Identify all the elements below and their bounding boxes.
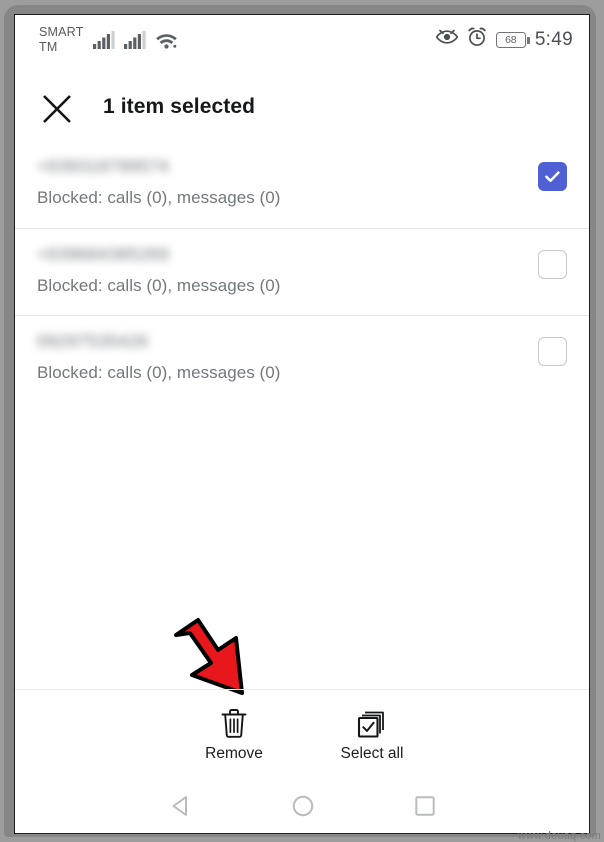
blocked-number-label: 09297535426 [37, 331, 149, 351]
close-icon[interactable] [39, 91, 75, 127]
android-nav-bar [15, 777, 589, 833]
app-bar: 1 item selected [15, 73, 589, 145]
select-all-button-label: Select all [340, 745, 404, 762]
selection-action-bar: Remove Select all [15, 689, 589, 777]
page-title: 1 item selected [103, 95, 256, 118]
watermark: www.deuaq.com [517, 830, 601, 842]
row-checkbox-unchecked[interactable] [538, 250, 567, 279]
remove-button[interactable]: Remove [174, 706, 294, 763]
phone-screen: SMART TM 68 5:49 1 item selected +639318… [14, 14, 590, 834]
cellular-signal-icon [93, 31, 115, 54]
screenshot-frame: SMART TM 68 5:49 1 item selected +639318… [0, 0, 604, 842]
list-item[interactable]: +639684385269 Blocked: calls (0), messag… [15, 228, 589, 315]
carrier-line-2: TM [39, 40, 58, 54]
cellular-signal-icon [124, 31, 146, 54]
blocked-stats-label: Blocked: calls (0), messages (0) [37, 188, 281, 207]
blocked-numbers-list: +639318799574 Blocked: calls (0), messag… [15, 141, 589, 402]
blocked-number-label: +639684385269 [37, 244, 170, 264]
home-circle-icon[interactable] [277, 790, 329, 822]
trash-icon [219, 706, 249, 740]
wifi-icon [155, 31, 178, 54]
status-bar: SMART TM 68 5:49 [15, 15, 589, 73]
blocked-number-label: +639318799574 [37, 156, 170, 176]
status-bar-right-icons: 68 5:49 [435, 27, 573, 52]
remove-button-label: Remove [205, 745, 263, 762]
carrier-line-1: SMART [39, 25, 84, 39]
battery-icon: 68 [495, 31, 530, 48]
select-all-checkbox-icon [356, 706, 388, 740]
list-item[interactable]: +639318799574 Blocked: calls (0), messag… [15, 141, 589, 228]
status-bar-clock: 5:49 [534, 28, 573, 50]
select-all-button[interactable]: Select all [312, 706, 432, 763]
blocked-stats-label: Blocked: calls (0), messages (0) [37, 276, 281, 295]
row-checkbox-checked[interactable] [538, 162, 567, 191]
list-item[interactable]: 09297535426 Blocked: calls (0), messages… [15, 315, 589, 402]
carrier-label: SMART TM [39, 25, 84, 55]
blocked-stats-label: Blocked: calls (0), messages (0) [37, 363, 281, 382]
recents-square-icon[interactable] [399, 790, 451, 822]
row-checkbox-unchecked[interactable] [538, 337, 567, 366]
status-bar-left-icons [93, 31, 178, 54]
eye-comfort-icon [435, 29, 459, 50]
battery-level-label: 68 [505, 33, 517, 46]
back-triangle-icon[interactable] [155, 790, 207, 822]
alarm-clock-icon [467, 27, 487, 52]
